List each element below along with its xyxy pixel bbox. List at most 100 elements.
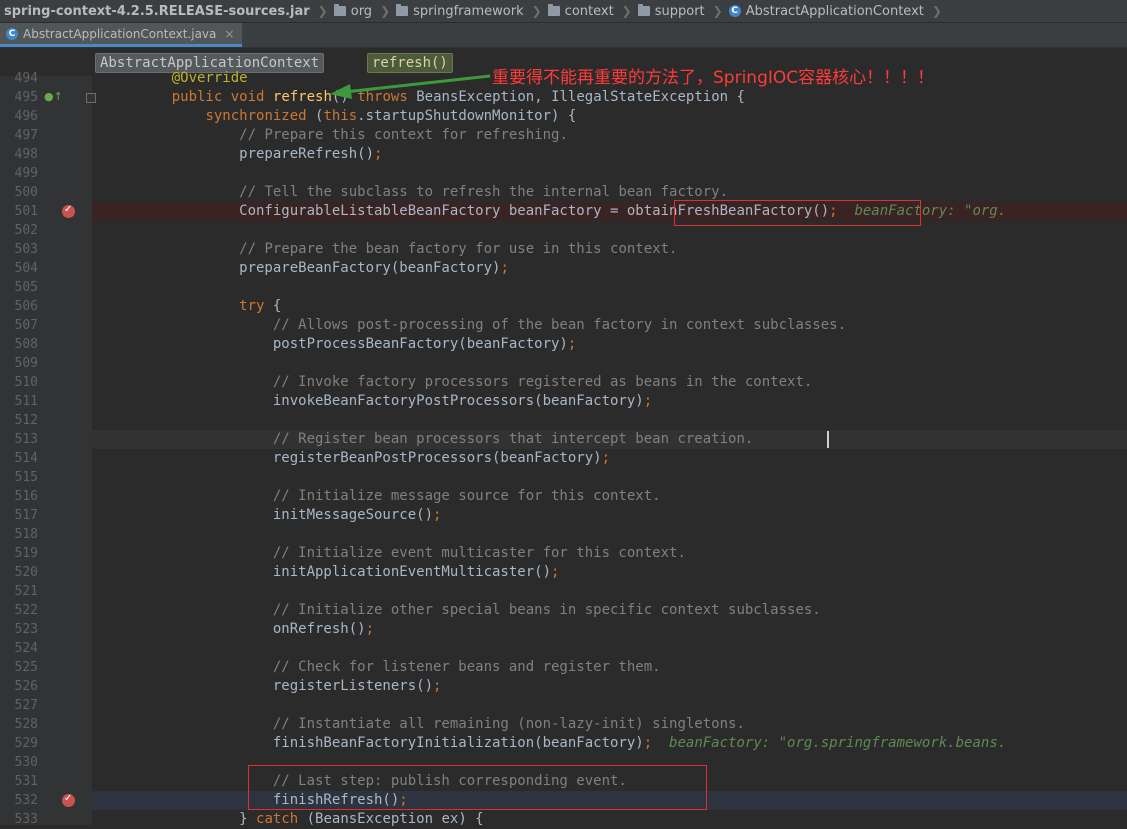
code-line[interactable]: 515 xyxy=(0,468,1127,487)
code-line[interactable]: 526 registerListeners(); xyxy=(0,677,1127,696)
line-number: 508 xyxy=(14,337,38,352)
code-line[interactable]: 527 xyxy=(0,696,1127,715)
breadcrumb-item-org[interactable]: org xyxy=(330,0,380,22)
code-text: // Instantiate all remaining (non-lazy-i… xyxy=(272,716,745,732)
line-number: 510 xyxy=(14,375,38,390)
code-line[interactable]: 521 xyxy=(0,582,1127,601)
line-number: 532 xyxy=(14,793,38,808)
code-line[interactable]: 524 xyxy=(0,639,1127,658)
line-number: 515 xyxy=(14,470,38,485)
code-line[interactable]: 511 invokeBeanFactoryPostProcessors(bean… xyxy=(0,392,1127,411)
fold-toggle-icon[interactable] xyxy=(86,93,96,103)
breakpoint-icon[interactable] xyxy=(62,204,75,218)
code-line[interactable]: 528 // Instantiate all remaining (non-la… xyxy=(0,715,1127,734)
code-line[interactable]: 522 // Initialize other special beans in… xyxy=(0,601,1127,620)
code-line[interactable]: 525 // Check for listener beans and regi… xyxy=(0,658,1127,677)
breadcrumb-separator-icon: ❯ xyxy=(712,4,723,18)
breadcrumb-item-class[interactable]: C AbstractApplicationContext xyxy=(725,0,932,22)
breadcrumb-separator-icon: ❯ xyxy=(531,4,542,18)
code-text: initApplicationEventMulticaster(); xyxy=(138,564,560,580)
code-line[interactable]: 513 // Register bean processors that int… xyxy=(15,430,1127,449)
code-line[interactable]: 499 xyxy=(0,164,1127,183)
line-number: 509 xyxy=(14,356,38,371)
code-text: prepareBeanFactory(beanFactory); xyxy=(138,260,509,276)
line-number: 500 xyxy=(14,185,38,200)
code-line[interactable]: 496 synchronized (this.startupShutdownMo… xyxy=(0,107,1127,126)
code-line[interactable]: 529 finishBeanFactoryInitialization(bean… xyxy=(0,734,1127,753)
line-number: 495 xyxy=(14,90,38,105)
override-marker-icon[interactable]: ●↑ xyxy=(44,90,63,103)
code-line[interactable]: 533 } catch (BeansException ex) { xyxy=(0,810,1127,829)
line-number: 513 xyxy=(14,432,38,447)
line-number: 494 xyxy=(14,71,38,86)
code-text: // Initialize message source for this co… xyxy=(272,488,661,504)
breakpoint-icon[interactable] xyxy=(62,793,75,807)
breadcrumb-separator-icon: ❯ xyxy=(931,4,942,18)
code-line[interactable]: 495 public void refresh() throws BeansEx… xyxy=(0,88,1127,107)
code-line[interactable]: 509 xyxy=(0,354,1127,373)
folder-icon xyxy=(396,4,409,16)
line-number: 514 xyxy=(14,451,38,466)
code-text: initMessageSource(); xyxy=(138,507,442,523)
editor-tab-abstractapplicationcontext[interactable]: C AbstractApplicationContext.java × xyxy=(0,23,243,47)
code-line[interactable]: 507 // Allows post-processing of the bea… xyxy=(0,316,1127,335)
breadcrumb-item-context[interactable]: context xyxy=(544,0,622,22)
code-line[interactable]: 500 // Tell the subclass to refresh the … xyxy=(0,183,1127,202)
code-line[interactable]: 520 initApplicationEventMulticaster(); xyxy=(0,563,1127,582)
code-line[interactable]: 508 postProcessBeanFactory(beanFactory); xyxy=(0,335,1127,354)
breadcrumb: spring-context-4.2.5.RELEASE-sources.jar… xyxy=(0,0,1127,23)
code-text: registerBeanPostProcessors(beanFactory); xyxy=(138,450,611,466)
code-line[interactable]: 498 prepareRefresh(); xyxy=(0,145,1127,164)
editor-tab-bar: C AbstractApplicationContext.java × xyxy=(0,23,1127,48)
breadcrumb-item-support[interactable]: support xyxy=(634,0,713,22)
code-line[interactable]: 497 // Prepare this context for refreshi… xyxy=(0,126,1127,145)
line-number: 512 xyxy=(14,413,38,428)
code-line[interactable]: 502 xyxy=(0,221,1127,240)
code-text: } catch (BeansException ex) { xyxy=(138,811,484,827)
line-number: 520 xyxy=(14,565,38,580)
code-text: // Prepare the bean factory for use in t… xyxy=(239,241,678,257)
code-line[interactable]: 516 // Initialize message source for thi… xyxy=(0,487,1127,506)
line-number: 519 xyxy=(14,546,38,561)
line-number: 501 xyxy=(14,204,38,219)
code-line[interactable]: 514 registerBeanPostProcessors(beanFacto… xyxy=(0,449,1127,468)
code-line[interactable]: 501 ConfigurableListableBeanFactory bean… xyxy=(15,202,1127,221)
code-text: // Allows post-processing of the bean fa… xyxy=(272,317,847,333)
tab-label: AbstractApplicationContext.java xyxy=(23,26,217,41)
code-text: // Tell the subclass to refresh the inte… xyxy=(239,184,729,200)
code-line[interactable]: 512 xyxy=(0,411,1127,430)
close-icon[interactable]: × xyxy=(224,27,234,41)
code-text: // Check for listener beans and register… xyxy=(272,659,661,675)
line-number: 522 xyxy=(14,603,38,618)
code-line[interactable]: 506 try { xyxy=(0,297,1127,316)
line-number: 498 xyxy=(14,147,38,162)
code-text: // Invoke factory processors registered … xyxy=(272,374,813,390)
code-line[interactable]: 510 // Invoke factory processors registe… xyxy=(0,373,1127,392)
code-text: public void refresh() throws BeansExcept… xyxy=(171,89,745,105)
highlight-box-obtainfreshbeanfactory xyxy=(674,200,921,226)
line-number: 506 xyxy=(14,299,38,314)
folder-icon xyxy=(547,4,560,16)
line-number: 503 xyxy=(14,242,38,257)
folder-icon xyxy=(333,4,346,16)
code-line[interactable]: 518 xyxy=(0,525,1127,544)
line-number: 525 xyxy=(14,660,38,675)
highlight-box-finishrefresh xyxy=(248,765,707,810)
code-line[interactable]: 503 // Prepare the bean factory for use … xyxy=(0,240,1127,259)
code-line[interactable]: 504 prepareBeanFactory(beanFactory); xyxy=(0,259,1127,278)
code-line[interactable]: 505 xyxy=(0,278,1127,297)
code-line[interactable]: 519 // Initialize event multicaster for … xyxy=(0,544,1127,563)
code-text: invokeBeanFactoryPostProcessors(beanFact… xyxy=(138,393,653,409)
line-number: 507 xyxy=(14,318,38,333)
class-icon: C xyxy=(728,5,741,17)
code-text: try { xyxy=(239,298,282,314)
line-number: 529 xyxy=(14,736,38,751)
breadcrumb-item-jar[interactable]: spring-context-4.2.5.RELEASE-sources.jar xyxy=(0,0,318,22)
line-number: 496 xyxy=(14,109,38,124)
breadcrumb-item-springframework[interactable]: springframework xyxy=(392,0,531,22)
code-line[interactable]: 523 onRefresh(); xyxy=(0,620,1127,639)
code-line[interactable]: 517 initMessageSource(); xyxy=(0,506,1127,525)
code-text: @Override xyxy=(171,70,248,86)
text-caret xyxy=(827,431,829,448)
code-text: // Register bean processors that interce… xyxy=(272,431,754,447)
